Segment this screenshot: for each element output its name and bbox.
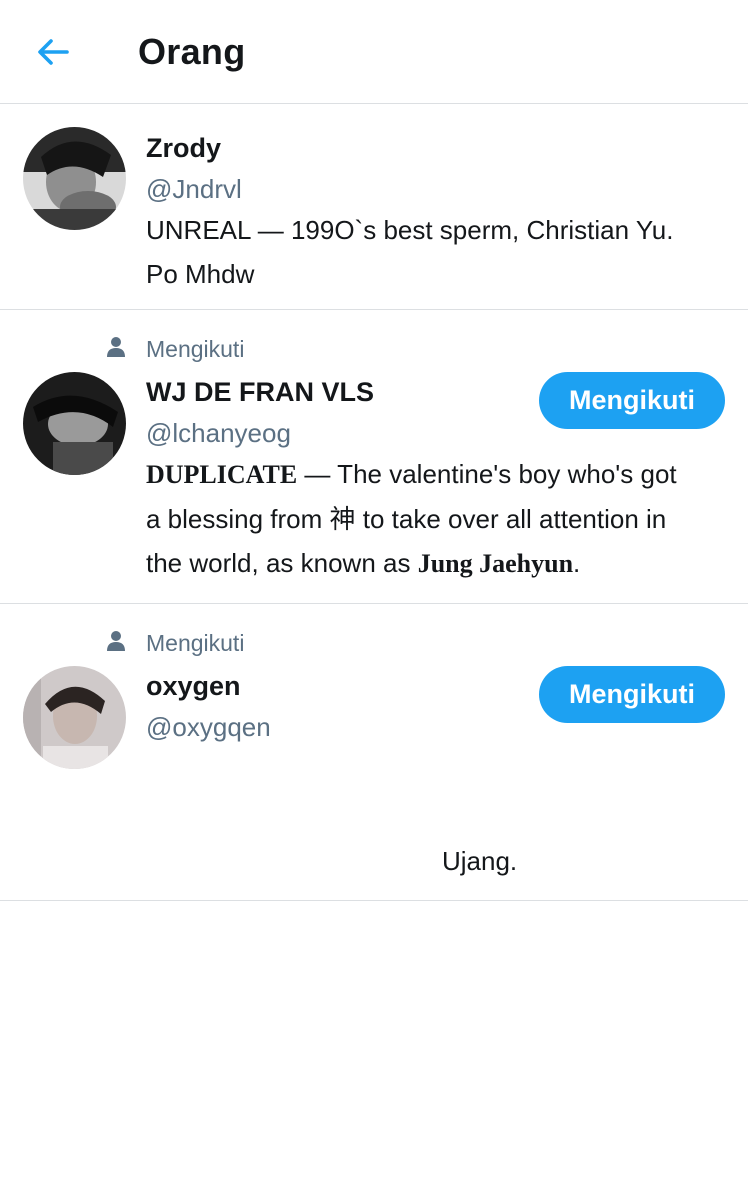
user-cell[interactable]: Mengikuti WJ DE FRAN VLS @lchanyeog Meng… <box>0 310 748 604</box>
bio-line: UNREAL — 199O`s best sperm, Christian Yu… <box>146 215 674 245</box>
bio-line: Po Mhdw <box>146 259 255 289</box>
user-handle: @oxygqen <box>146 712 271 742</box>
following-button[interactable]: Mengikuti <box>539 372 725 429</box>
user-bio: Ujang. <box>442 846 518 876</box>
person-icon <box>107 337 125 357</box>
display-name[interactable]: oxygen <box>146 671 241 702</box>
user-cell[interactable]: Mengikuti oxygen @oxygqen Mengikuti Ujan… <box>0 604 748 901</box>
bio-line: a blessing from 神 to take over all atten… <box>146 504 667 534</box>
bio-text: the world, as known as <box>146 548 418 578</box>
person-icon <box>107 631 125 651</box>
bio-text: — The valentine's boy who's got <box>297 459 677 489</box>
bio-bold-text: Jung Jaehyun <box>417 549 574 578</box>
top-app-bar: Orang <box>0 0 748 104</box>
back-arrow-icon[interactable] <box>34 34 72 70</box>
user-bio: DUPLICATE — The valentine's boy who's go… <box>146 452 726 586</box>
user-cell[interactable]: Zrody @Jndrvl UNREAL — 199O`s best sperm… <box>0 104 748 310</box>
display-name[interactable]: WJ DE FRAN VLS <box>146 377 374 408</box>
user-bio: UNREAL — 199O`s best sperm, Christian Yu… <box>146 208 726 296</box>
avatar[interactable] <box>23 666 126 769</box>
social-context-label: Mengikuti <box>146 336 245 362</box>
bio-bold-text: DUPLICATE <box>146 460 298 489</box>
user-handle: @Jndrvl <box>146 174 242 204</box>
social-context-label: Mengikuti <box>146 630 245 656</box>
bio-text: . <box>573 548 581 578</box>
user-handle: @lchanyeog <box>146 418 291 448</box>
page-title: Orang <box>138 31 246 72</box>
avatar[interactable] <box>23 372 126 475</box>
display-name[interactable]: Zrody <box>146 133 221 164</box>
following-button[interactable]: Mengikuti <box>539 666 725 723</box>
avatar[interactable] <box>23 127 126 230</box>
